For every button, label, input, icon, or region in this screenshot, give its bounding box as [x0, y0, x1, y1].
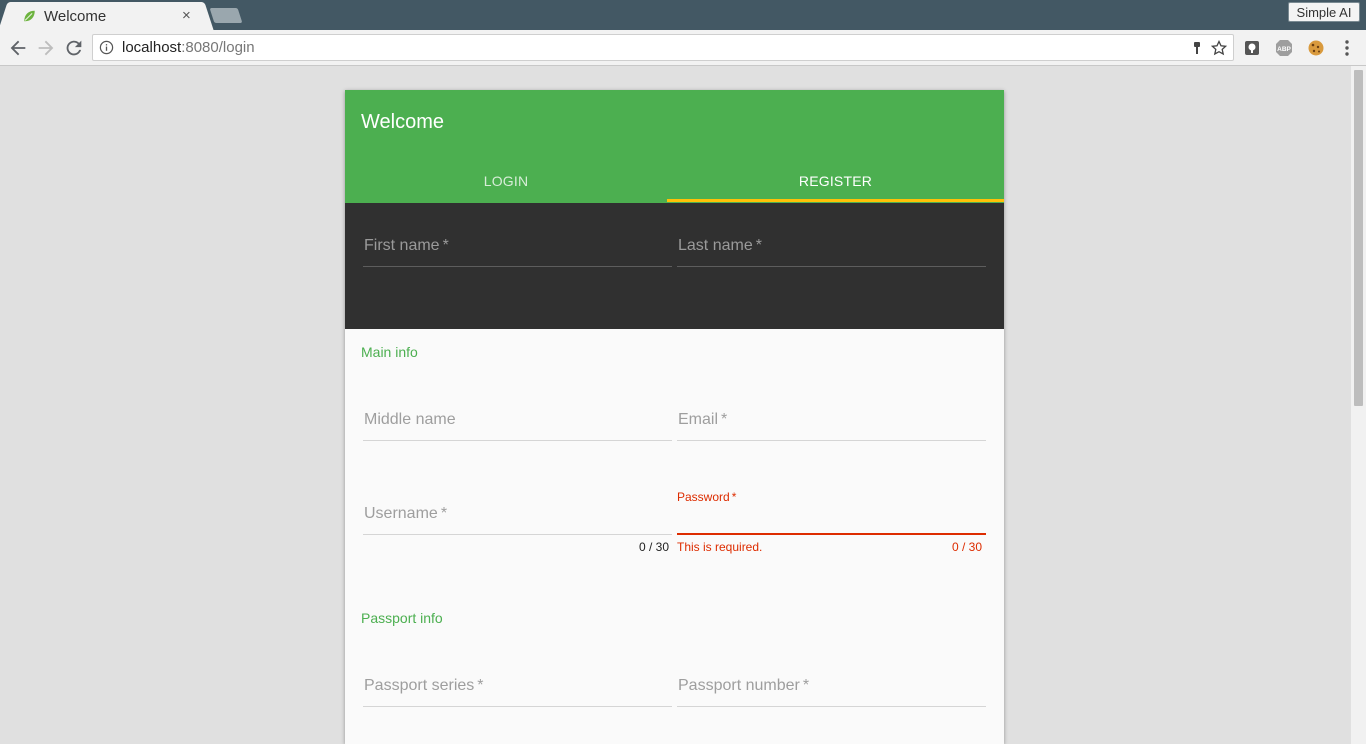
first-name-label: First name *	[364, 237, 449, 255]
username-char-counter: 0 / 30	[639, 540, 670, 554]
tab-close-icon[interactable]: ×	[182, 7, 191, 24]
url-text: localhost:8080/login	[122, 39, 255, 56]
new-tab-button[interactable]	[209, 8, 243, 23]
required-mark: *	[442, 237, 449, 254]
username-text: Username	[364, 505, 438, 522]
url-path: :8080/login	[181, 39, 255, 56]
auth-card: Welcome LOGIN REGISTER First name * Last …	[345, 90, 1004, 744]
field-underline	[363, 706, 672, 707]
email-label: Email *	[678, 411, 727, 429]
tab-login[interactable]: LOGIN	[345, 158, 667, 203]
passport-number-label: Passport number *	[678, 677, 809, 695]
url-host: localhost	[122, 39, 182, 56]
cookie-icon[interactable]	[1307, 39, 1325, 57]
required-mark: *	[477, 677, 484, 694]
first-name-field[interactable]: First name *	[363, 233, 672, 267]
field-underline	[677, 706, 986, 707]
forward-arrow-icon[interactable]	[35, 37, 57, 59]
browser-tab[interactable]: Welcome ×	[8, 2, 204, 30]
required-mark: *	[440, 505, 448, 522]
key-icon[interactable]	[1189, 40, 1205, 56]
back-arrow-icon[interactable]	[7, 37, 29, 59]
leaf-icon	[24, 10, 35, 22]
password-field[interactable]	[677, 501, 986, 535]
scrollbar-thumb[interactable]	[1354, 70, 1363, 406]
tab-active-indicator	[667, 199, 1004, 202]
tab-title: Welcome	[44, 8, 107, 25]
required-mark: *	[755, 237, 762, 254]
card-header: Welcome LOGIN REGISTER	[345, 90, 1004, 203]
email-field[interactable]: Email *	[677, 407, 986, 441]
field-underline	[677, 266, 986, 267]
passport-number-field[interactable]: Passport number *	[677, 673, 986, 707]
required-mark: *	[721, 411, 728, 428]
field-underline	[677, 440, 986, 441]
password-error-message: This is required.	[677, 540, 763, 554]
browser-toolbar: localhost:8080/login ABP	[0, 30, 1366, 66]
required-mark: *	[802, 677, 810, 694]
info-icon[interactable]	[99, 40, 114, 55]
last-name-text: Last name	[678, 237, 753, 254]
browser-tabstrip: Welcome × Simple AI	[0, 0, 1366, 30]
name-section: First name * Last name *	[345, 203, 1004, 329]
password-char-counter: 0 / 30	[952, 540, 983, 554]
password-error-underline	[677, 533, 986, 535]
passport-series-label: Passport series *	[364, 677, 484, 695]
adblock-icon[interactable]: ABP	[1275, 39, 1293, 57]
passport-number-text: Passport number	[678, 677, 800, 694]
email-text: Email	[678, 411, 719, 428]
username-field[interactable]: Username *	[363, 501, 672, 535]
middle-name-field[interactable]: Middle name	[363, 407, 672, 441]
passport-series-text: Passport series	[364, 677, 475, 694]
tab-register[interactable]: REGISTER	[667, 158, 1004, 203]
middle-name-label: Middle name	[364, 411, 456, 428]
passport-info-heading: Passport info	[361, 610, 443, 626]
menu-dots-icon[interactable]	[1340, 39, 1354, 57]
last-name-field[interactable]: Last name *	[677, 233, 986, 267]
main-info-heading: Main info	[361, 344, 418, 360]
field-underline	[363, 266, 672, 267]
extension-shield-icon[interactable]	[1243, 39, 1261, 57]
profile-button[interactable]: Simple AI	[1288, 2, 1360, 22]
card-title: Welcome	[361, 111, 444, 133]
page-scrollbar[interactable]	[1351, 66, 1366, 744]
field-underline	[363, 534, 672, 535]
passport-series-field[interactable]: Passport series *	[363, 673, 672, 707]
username-label: Username *	[364, 505, 447, 523]
first-name-text: First name	[364, 237, 440, 254]
svg-text:ABP: ABP	[1277, 46, 1291, 53]
last-name-label: Last name *	[678, 237, 762, 255]
auth-tabs: LOGIN REGISTER	[345, 158, 1004, 203]
field-underline	[363, 440, 672, 441]
reload-icon[interactable]	[63, 37, 85, 59]
address-bar[interactable]: localhost:8080/login	[92, 34, 1234, 61]
star-icon[interactable]	[1211, 40, 1227, 56]
